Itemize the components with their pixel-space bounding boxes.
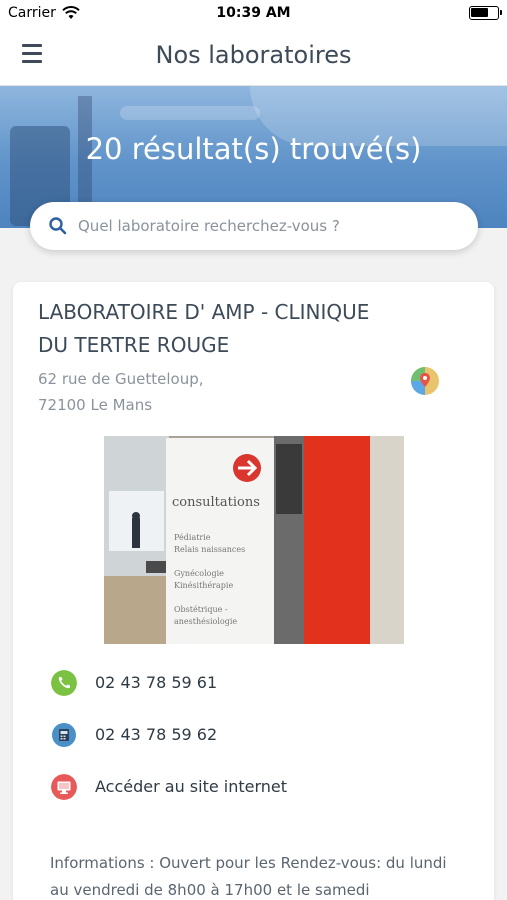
fax-contact[interactable]: 02 43 78 59 62 [51, 720, 471, 750]
website-contact[interactable]: Accéder au site internet [51, 772, 471, 802]
fax-number[interactable]: 02 43 78 59 62 [95, 725, 217, 744]
photo-sign-item: Gynécologie [174, 569, 224, 578]
lab-card[interactable]: LABORATOIRE D' AMP - CLINIQUE DU TERTRE … [13, 282, 494, 900]
phone-contact[interactable]: 02 43 78 59 61 [51, 668, 471, 698]
photo-sign-item: Pédiatrie [174, 533, 211, 542]
photo-sign-item: Obstétrique - [174, 605, 228, 614]
status-bar: Carrier 10:39 AM [0, 0, 507, 28]
lab-information: Informations : Ouvert pour les Rendez-vo… [50, 854, 447, 899]
photo-sign-title: consultations [172, 495, 260, 510]
search-bar[interactable] [30, 202, 478, 250]
phone-icon [51, 670, 77, 696]
phone-number[interactable]: 02 43 78 59 61 [95, 673, 217, 692]
website-link[interactable]: Accéder au site internet [95, 777, 287, 796]
lab-name: LABORATOIRE D' AMP - CLINIQUE DU TERTRE … [38, 300, 370, 357]
address-line-1: 62 rue de Guetteloup, [38, 370, 204, 388]
lab-photo: consultations Pédiatrie Relais naissance… [104, 436, 404, 644]
lab-address: 62 rue de Guetteloup, 72100 Le Mans [38, 366, 398, 418]
search-input[interactable] [78, 202, 463, 250]
photo-sign-item: anesthésiologie [174, 617, 237, 626]
map-pin-icon[interactable] [410, 366, 440, 396]
page-title: Nos laboratoires [155, 41, 352, 69]
search-icon [49, 217, 67, 235]
hero-background-shape [120, 106, 260, 120]
photo-sign-item: Kinésithérapie [174, 581, 233, 590]
nav-bar: Nos laboratoires [0, 28, 507, 86]
results-count: 20 résultat(s) trouvé(s) [85, 132, 422, 166]
battery-icon [469, 6, 502, 20]
address-line-2: 72100 Le Mans [38, 396, 153, 414]
photo-sign-item: Relais naissances [174, 545, 245, 554]
clock: 10:39 AM [216, 5, 291, 21]
computer-monitor-icon [51, 774, 77, 800]
fax-icon [52, 723, 76, 747]
